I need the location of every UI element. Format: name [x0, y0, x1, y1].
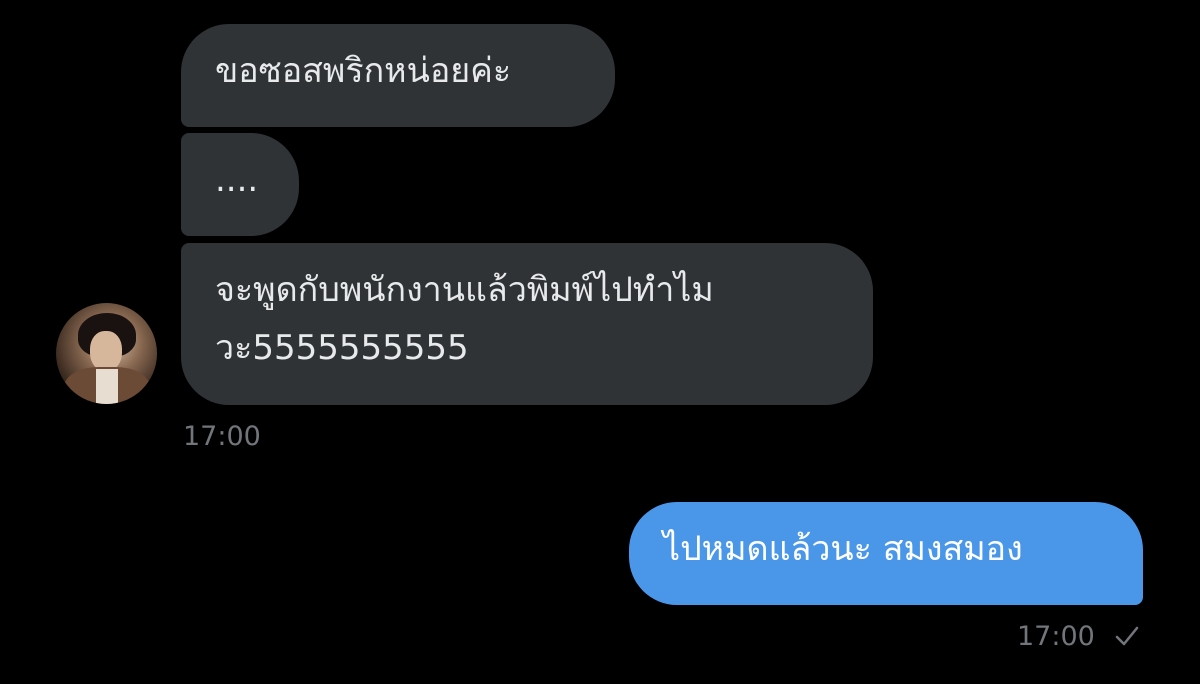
- incoming-timestamp: 17:00: [183, 421, 261, 452]
- incoming-message-bubble[interactable]: ....: [181, 133, 299, 236]
- message-text: ขอซอสพริกหน่อยค่ะ: [215, 51, 512, 91]
- avatar-face: [90, 331, 122, 371]
- message-text: ไปหมดแล้วนะ สมงสมอง: [663, 529, 1023, 569]
- sender-avatar[interactable]: [56, 303, 157, 404]
- incoming-message-bubble[interactable]: จะพูดกับพนักงานแล้วพิมพ์ไปทำไม วะ5555555…: [181, 243, 873, 405]
- checkmark-icon: [1115, 626, 1139, 646]
- outgoing-timestamp: 17:00: [1017, 621, 1095, 652]
- incoming-message-bubble[interactable]: ขอซอสพริกหน่อยค่ะ: [181, 24, 615, 127]
- message-text-line: จะพูดกับพนักงานแล้วพิมพ์ไปทำไม: [215, 270, 714, 310]
- outgoing-message-bubble[interactable]: ไปหมดแล้วนะ สมงสมอง: [629, 502, 1143, 605]
- message-text-line: วะ5555555555: [215, 328, 469, 368]
- avatar-shirt: [96, 369, 118, 404]
- message-text: ....: [215, 160, 259, 200]
